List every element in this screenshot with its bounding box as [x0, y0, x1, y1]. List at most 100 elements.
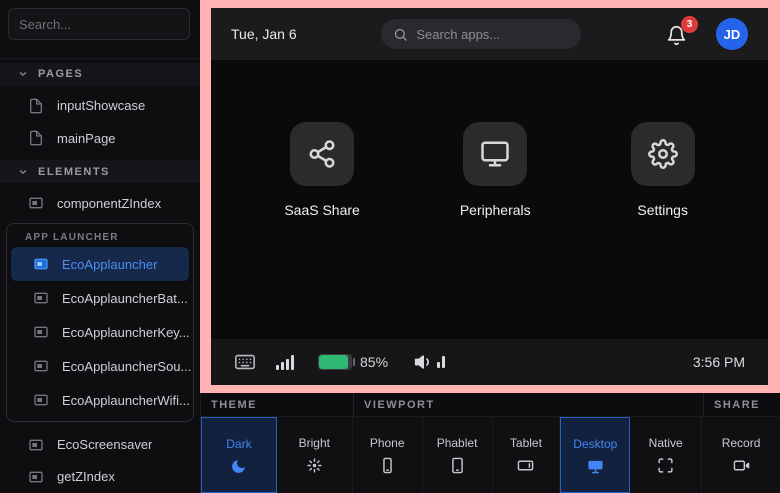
device-statusbar: 85% 3:56 PM: [211, 339, 768, 385]
button-label: Desktop: [573, 437, 617, 451]
notifications-button[interactable]: 3: [666, 22, 690, 46]
moon-icon: [230, 458, 247, 475]
fullscreen-icon: [657, 457, 674, 474]
sidebar-item-label: EcoApplauncherWifi...: [62, 393, 190, 408]
sidebar-item-ecoscreensaver[interactable]: EcoScreensaver: [0, 428, 200, 460]
file-icon: [28, 98, 44, 114]
sidebar-item-label: componentZIndex: [57, 196, 161, 211]
app-grid: SaaS Share Peripherals Settin: [211, 60, 768, 339]
sidebar-item-ecoapplauncher[interactable]: EcoApplauncher: [11, 247, 189, 281]
battery-percent: 85%: [360, 354, 388, 370]
button-label: Record: [722, 436, 761, 450]
group-label: APP LAUNCHER: [11, 232, 189, 243]
section-label: PAGES: [38, 68, 83, 80]
sidebar-item-componentzindex[interactable]: componentZIndex: [0, 187, 200, 219]
component-icon: [28, 437, 44, 453]
component-icon: [33, 290, 49, 306]
gear-icon: [648, 139, 678, 169]
file-icon: [28, 130, 44, 146]
toolbar-headers: THEME VIEWPORT SHARE: [201, 393, 780, 417]
app-saas-share[interactable]: SaaS Share: [284, 122, 360, 218]
button-label: Phone: [370, 436, 405, 450]
share-icon: [307, 139, 337, 169]
toolbar-section-viewport: VIEWPORT: [353, 393, 703, 416]
desktop-icon: [587, 458, 604, 475]
sidebar-item-label: EcoScreensaver: [57, 437, 152, 452]
viewport-phablet-button[interactable]: Phablet: [423, 417, 493, 493]
app-label: Settings: [637, 202, 688, 218]
tablet-icon: [517, 457, 534, 474]
component-icon: [28, 195, 44, 211]
app-search-input[interactable]: [416, 27, 556, 42]
component-icon: [33, 256, 49, 272]
button-label: Bright: [299, 436, 330, 450]
sidebar-search: [0, 0, 200, 48]
app-settings[interactable]: Settings: [631, 122, 695, 218]
theme-bright-button[interactable]: Bright: [277, 417, 353, 493]
sidebar-item-ecoapplauncherkey[interactable]: EcoApplauncherKey...: [11, 315, 189, 349]
component-icon: [28, 469, 44, 485]
chevron-down-icon: [18, 167, 28, 177]
volume-level-icon: [437, 356, 445, 368]
toolbar-buttons: Dark Bright Phone Phablet: [201, 417, 780, 493]
toolbar-section-share: SHARE: [703, 393, 780, 416]
button-label: Dark: [226, 437, 251, 451]
component-icon: [33, 358, 49, 374]
sidebar-item-label: mainPage: [57, 131, 116, 146]
viewport-desktop-button[interactable]: Desktop: [560, 417, 630, 493]
signal-strength-icon: [276, 355, 294, 370]
notification-badge: 3: [681, 16, 698, 33]
sidebar-item-label: getZIndex: [57, 469, 115, 484]
sidebar-item-label: EcoApplauncherBat...: [62, 291, 188, 306]
section-label: ELEMENTS: [38, 166, 110, 178]
app-peripherals[interactable]: Peripherals: [460, 122, 531, 218]
section-header-elements[interactable]: ELEMENTS: [0, 160, 200, 183]
button-label: Native: [649, 436, 683, 450]
avatar[interactable]: JD: [716, 18, 748, 50]
viewport-native-button[interactable]: Native: [630, 417, 702, 493]
app-tile: [463, 122, 527, 186]
app-tile: [631, 122, 695, 186]
phone-icon: [379, 457, 396, 474]
sidebar-item-label: EcoApplauncherKey...: [62, 325, 190, 340]
speaker-icon: [414, 352, 434, 372]
date-label: Tue, Jan 6: [231, 26, 297, 42]
app-tile: [290, 122, 354, 186]
viewport-phone-button[interactable]: Phone: [353, 417, 423, 493]
sun-icon: [306, 457, 323, 474]
chevron-down-icon: [18, 69, 28, 79]
sidebar: PAGES inputShowcase mainPage ELEMENTS co…: [0, 0, 200, 493]
sidebar-item-label: EcoApplauncher: [62, 257, 157, 272]
preview-frame: Tue, Jan 6 3 JD: [200, 0, 780, 393]
sidebar-item-getzindex[interactable]: getZIndex: [0, 461, 200, 493]
app-root: PAGES inputShowcase mainPage ELEMENTS co…: [0, 0, 780, 493]
app-launcher-group: APP LAUNCHER EcoApplauncher EcoApplaunch…: [6, 223, 194, 422]
sidebar-item-ecoapplaunchersou[interactable]: EcoApplauncherSou...: [11, 349, 189, 383]
sidebar-item-label: EcoApplauncherSou...: [62, 359, 191, 374]
device-topbar: Tue, Jan 6 3 JD: [211, 8, 768, 60]
sidebar-item-mainpage[interactable]: mainPage: [0, 122, 200, 154]
sidebar-item-inputshowcase[interactable]: inputShowcase: [0, 90, 200, 122]
record-camera-icon: [733, 457, 750, 474]
clock-label: 3:56 PM: [693, 354, 745, 370]
phablet-icon: [449, 457, 466, 474]
button-label: Phablet: [437, 436, 478, 450]
section-header-pages[interactable]: PAGES: [0, 63, 200, 86]
divider: [0, 58, 200, 59]
battery-icon: [318, 354, 352, 370]
preview-toolbar: THEME VIEWPORT SHARE Dark Bright Phone: [200, 393, 780, 493]
monitor-icon: [480, 139, 510, 169]
viewport-tablet-button[interactable]: Tablet: [493, 417, 561, 493]
keyboard-icon[interactable]: [234, 351, 256, 373]
theme-dark-button[interactable]: Dark: [201, 417, 277, 493]
share-record-button[interactable]: Record: [702, 417, 780, 493]
app-label: Peripherals: [460, 202, 531, 218]
sidebar-search-input[interactable]: [8, 8, 190, 40]
component-icon: [33, 392, 49, 408]
button-label: Tablet: [510, 436, 542, 450]
device-preview: Tue, Jan 6 3 JD: [211, 8, 768, 385]
sidebar-item-ecoapplauncherwifi[interactable]: EcoApplauncherWifi...: [11, 383, 189, 417]
search-icon: [393, 27, 408, 42]
sidebar-item-label: inputShowcase: [57, 98, 145, 113]
sidebar-item-ecoapplauncherbat[interactable]: EcoApplauncherBat...: [11, 281, 189, 315]
